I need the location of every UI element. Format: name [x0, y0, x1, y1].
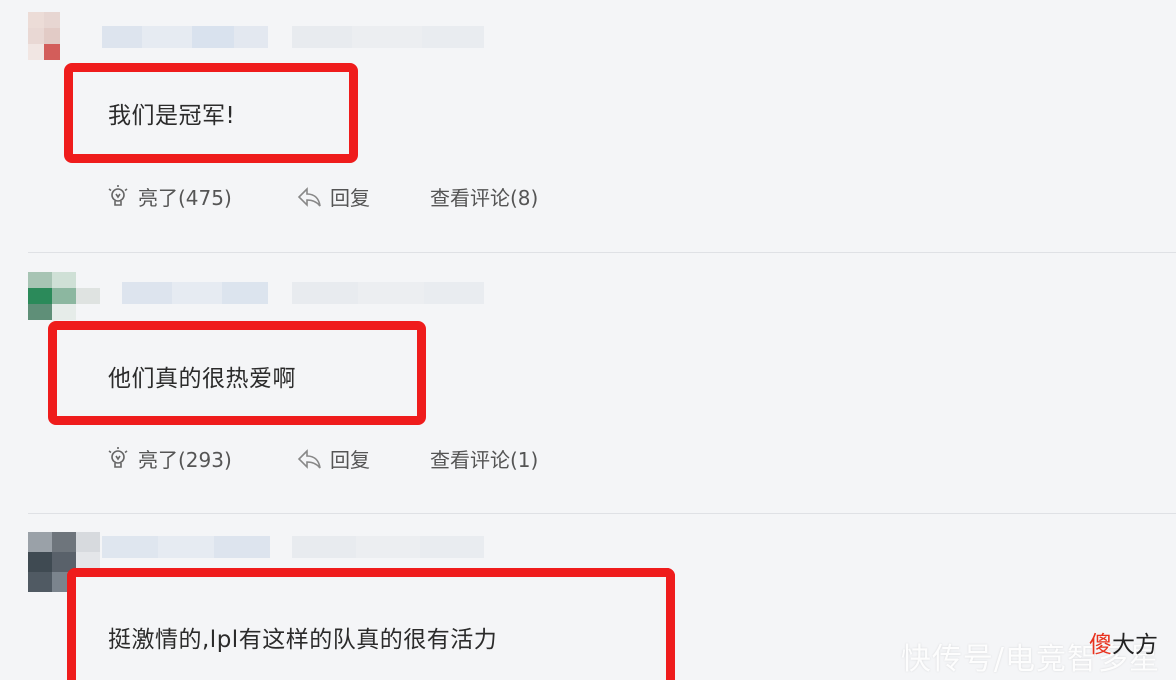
lightbulb-icon	[108, 446, 128, 468]
reply-arrow-icon	[297, 186, 321, 207]
avatar[interactable]	[28, 12, 76, 60]
avatar[interactable]	[28, 272, 100, 320]
comment-text: 我们是冠军!	[108, 103, 236, 129]
like-count-label: 亮了(293)	[138, 448, 232, 472]
blurred-meta	[292, 536, 484, 558]
like-count-label: 亮了(475)	[138, 186, 232, 210]
comment-actions: 亮了(475) 回复 查看评论(8)	[106, 182, 538, 211]
view-comments-label: 查看评论(1)	[430, 448, 539, 472]
view-comments-link[interactable]: 查看评论(1)	[430, 444, 538, 473]
reply-label: 回复	[330, 186, 370, 210]
comment-text: 他们真的很热爱啊	[108, 366, 296, 392]
reply-button[interactable]: 回复	[296, 182, 430, 211]
reply-button[interactable]: 回复	[296, 444, 430, 473]
blurred-meta	[292, 26, 484, 48]
brand-first-char: 傻	[1089, 632, 1112, 658]
reply-arrow-icon	[297, 448, 321, 469]
brand-rest: 大方	[1112, 632, 1158, 658]
view-comments-label: 查看评论(8)	[430, 186, 539, 210]
divider	[28, 513, 1176, 514]
blurred-username[interactable]	[102, 26, 268, 48]
view-comments-link[interactable]: 查看评论(8)	[430, 182, 538, 211]
blurred-meta	[292, 282, 484, 304]
reply-label: 回复	[330, 448, 370, 472]
comment-text: 挺激情的,lpl有这样的队真的很有活力	[108, 627, 498, 653]
blurred-username[interactable]	[122, 282, 268, 304]
lightbulb-icon	[108, 184, 128, 206]
comment-actions: 亮了(293) 回复 查看评论(1)	[106, 444, 538, 473]
like-button[interactable]: 亮了(293)	[106, 444, 296, 473]
brand-label: 傻大方	[1089, 625, 1158, 659]
divider	[28, 252, 1176, 253]
like-button[interactable]: 亮了(475)	[106, 182, 296, 211]
blurred-username[interactable]	[102, 536, 270, 558]
